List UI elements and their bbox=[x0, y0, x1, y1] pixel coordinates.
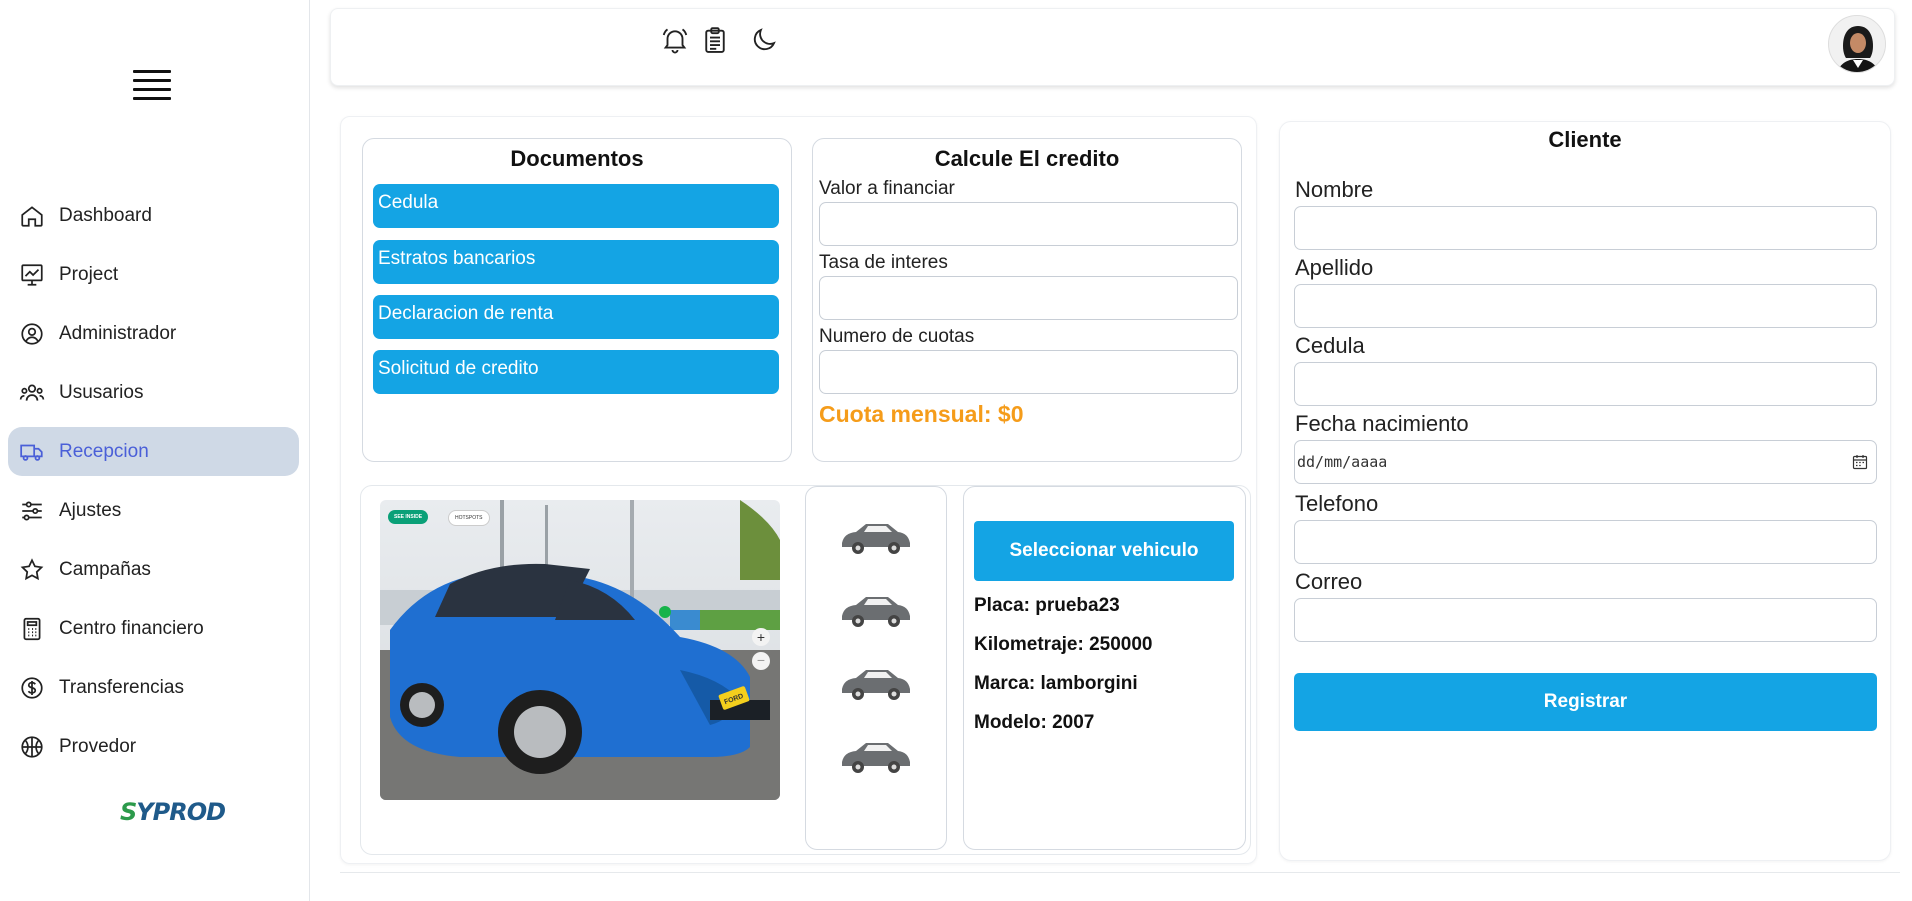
zoom-in-button[interactable]: + bbox=[752, 628, 770, 646]
sidebar-item-provedor[interactable]: Provedor bbox=[8, 722, 299, 771]
vehicle-marca: Marca: lamborgini bbox=[974, 673, 1138, 694]
main-content-panel: Documentos Cedula Estratos bancarios Dec… bbox=[340, 116, 1257, 864]
seleccionar-vehiculo-button[interactable]: Seleccionar vehiculo bbox=[974, 521, 1234, 581]
cedula-input[interactable] bbox=[1294, 362, 1877, 406]
correo-input[interactable] bbox=[1294, 598, 1877, 642]
documentos-card: Documentos Cedula Estratos bancarios Dec… bbox=[362, 138, 792, 462]
chart-board-icon bbox=[19, 262, 45, 288]
vehicle-kilometraje: Kilometraje: 250000 bbox=[974, 634, 1153, 655]
registrar-button[interactable]: Registrar bbox=[1294, 673, 1877, 731]
bell-icon[interactable] bbox=[660, 25, 690, 55]
sidebar-item-centro-financiero[interactable]: Centro financiero bbox=[8, 604, 299, 653]
basketball-icon bbox=[19, 734, 45, 760]
apellido-input[interactable] bbox=[1294, 284, 1877, 328]
telefono-input[interactable] bbox=[1294, 520, 1877, 564]
sidebar-item-label: Project bbox=[59, 263, 119, 285]
dollar-circle-icon bbox=[19, 675, 45, 701]
cliente-card: Cliente Nombre Apellido Cedula Fecha nac… bbox=[1279, 121, 1891, 861]
vehicle-info-card: Seleccionar vehiculo Placa: prueba23 Kil… bbox=[963, 486, 1246, 850]
sidebar-item-ajustes[interactable]: Ajustes bbox=[8, 486, 299, 535]
sidebar-item-label: Centro financiero bbox=[59, 617, 204, 639]
nombre-input[interactable] bbox=[1294, 206, 1877, 250]
sidebar-item-administrador[interactable]: Administrador bbox=[8, 309, 299, 358]
menu-toggle-icon[interactable] bbox=[133, 70, 171, 106]
see-inside-badge[interactable]: SEE INSIDE bbox=[388, 510, 429, 524]
sidebar-item-campanas[interactable]: Campañas bbox=[8, 545, 299, 594]
car-thumbnail[interactable] bbox=[836, 580, 916, 640]
sidebar-item-label: Recepcion bbox=[59, 440, 149, 462]
sidebar-item-project[interactable]: Project bbox=[8, 250, 299, 299]
car-thumbnail[interactable] bbox=[836, 507, 916, 567]
sidebar-item-label: Ususarios bbox=[59, 381, 144, 403]
numero-cuotas-label: Numero de cuotas bbox=[819, 326, 975, 347]
credito-card: Calcule El credito Valor a financiar Tas… bbox=[812, 138, 1242, 462]
cedula-doc-button[interactable]: Cedula bbox=[373, 184, 779, 228]
sidebar-item-label: Transferencias bbox=[59, 676, 184, 698]
sliders-icon bbox=[19, 498, 45, 524]
vehicle-placa: Placa: prueba23 bbox=[974, 595, 1120, 616]
valor-financiar-input[interactable] bbox=[819, 202, 1238, 246]
nombre-label: Nombre bbox=[1295, 177, 1374, 202]
sidebar-item-ususarios[interactable]: Ususarios bbox=[8, 368, 299, 417]
sidebar-item-label: Provedor bbox=[59, 735, 137, 757]
home-icon bbox=[19, 203, 45, 229]
documentos-title: Documentos bbox=[510, 146, 644, 171]
zoom-out-button[interactable]: − bbox=[752, 652, 770, 670]
car-thumbnail[interactable] bbox=[836, 726, 916, 786]
users-icon bbox=[19, 380, 45, 406]
fecha-nacimiento-label: Fecha nacimiento bbox=[1295, 411, 1469, 436]
vehiculo-panel: SEE INSIDE HOTSPOTS + − FORD Seleccionar… bbox=[360, 485, 1251, 855]
fecha-nacimiento-input[interactable]: dd/mm/aaaa bbox=[1294, 440, 1877, 484]
clipboard-icon[interactable] bbox=[700, 25, 730, 55]
solicitud-credito-button[interactable]: Solicitud de credito bbox=[373, 350, 779, 394]
avatar[interactable] bbox=[1828, 15, 1886, 73]
telefono-label: Telefono bbox=[1295, 491, 1379, 516]
apellido-label: Apellido bbox=[1295, 255, 1374, 280]
tasa-interes-input[interactable] bbox=[819, 276, 1238, 320]
footer-divider bbox=[340, 872, 1900, 873]
vehicle-modelo: Modelo: 2007 bbox=[974, 712, 1095, 733]
sidebar-item-transferencias[interactable]: Transferencias bbox=[8, 663, 299, 712]
sidebar-item-label: Dashboard bbox=[59, 204, 152, 226]
sidebar-item-label: Ajustes bbox=[59, 499, 122, 521]
valor-financiar-label: Valor a financiar bbox=[819, 178, 955, 199]
sidebar-item-dashboard[interactable]: Dashboard bbox=[8, 191, 299, 240]
tasa-interes-label: Tasa de interes bbox=[819, 252, 948, 273]
correo-label: Correo bbox=[1295, 569, 1363, 594]
calendar-icon[interactable] bbox=[1852, 454, 1868, 470]
star-icon bbox=[19, 557, 45, 583]
moon-icon[interactable] bbox=[749, 25, 779, 55]
car-thumbnail[interactable] bbox=[836, 653, 916, 713]
cuota-mensual-result: Cuota mensual: $0 bbox=[819, 401, 1024, 427]
hotspots-badge[interactable]: HOTSPOTS bbox=[448, 510, 490, 526]
sidebar-nav: Dashboard Project Administrador Ususario… bbox=[8, 191, 299, 781]
credito-title: Calcule El credito bbox=[934, 146, 1120, 171]
sidebar-item-label: Administrador bbox=[59, 322, 177, 344]
declaracion-renta-button[interactable]: Declaracion de renta bbox=[373, 295, 779, 339]
top-bar bbox=[330, 8, 1895, 86]
user-circle-icon bbox=[19, 321, 45, 347]
brand-logo: SYPROD bbox=[120, 798, 226, 826]
estratos-bancarios-button[interactable]: Estratos bancarios bbox=[373, 240, 779, 284]
sidebar-item-label: Campañas bbox=[59, 558, 151, 580]
cedula-label: Cedula bbox=[1295, 333, 1365, 358]
car-photo[interactable]: SEE INSIDE HOTSPOTS + − FORD bbox=[380, 500, 780, 800]
truck-icon bbox=[19, 439, 45, 465]
cliente-title: Cliente bbox=[1548, 127, 1622, 152]
sidebar-item-recepcion[interactable]: Recepcion bbox=[8, 427, 299, 476]
vehicle-thumbnails bbox=[805, 486, 947, 850]
numero-cuotas-input[interactable] bbox=[819, 350, 1238, 394]
date-placeholder: dd/mm/aaaa bbox=[1297, 453, 1388, 471]
calculator-icon bbox=[19, 616, 45, 642]
sidebar: Dashboard Project Administrador Ususario… bbox=[0, 0, 310, 901]
